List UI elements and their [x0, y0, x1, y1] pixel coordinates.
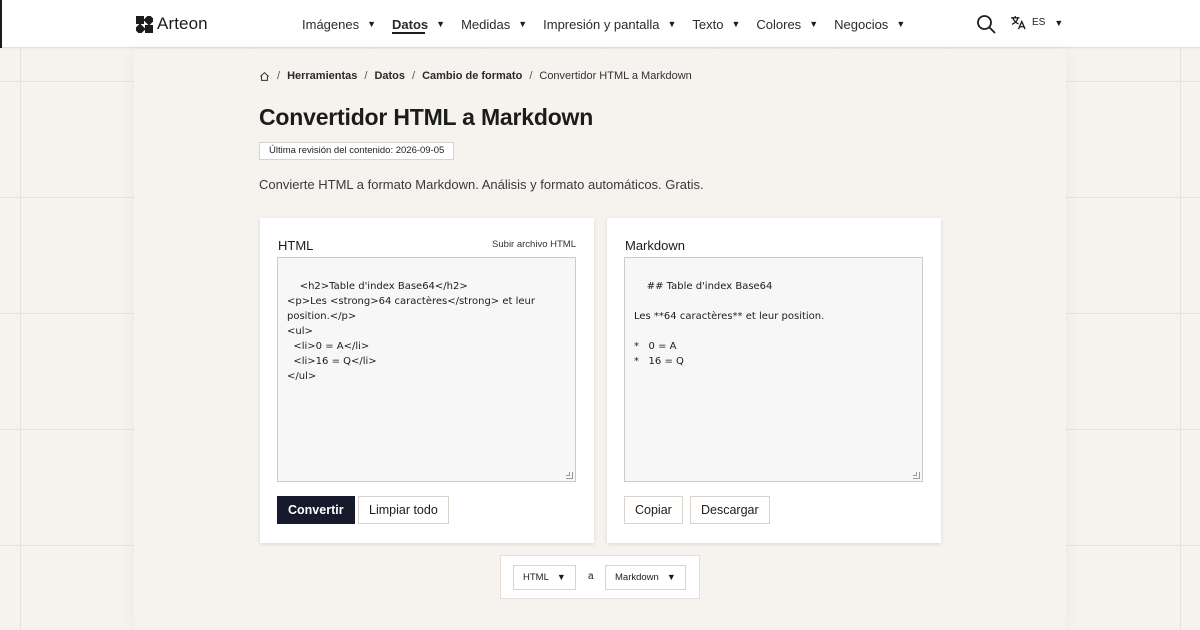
nav-item-label: Imágenes [302, 16, 360, 32]
resize-handle-icon[interactable] [913, 472, 920, 479]
top-navigation-bar: Arteon Imágenes ▼ Datos ▼ Medidas ▼ Impr… [0, 0, 1200, 48]
nav-item-texto[interactable]: Texto ▼ [692, 0, 740, 48]
nav-item-imagenes[interactable]: Imágenes ▼ [302, 0, 376, 48]
breadcrumb-current: Convertidor HTML a Markdown [539, 70, 692, 82]
caret-down-icon: ▼ [809, 19, 819, 29]
download-button[interactable]: Descargar [690, 496, 770, 524]
breadcrumb: / Herramientas / Datos / Cambio de forma… [259, 70, 692, 82]
markdown-output-card: Markdown ## Table d'index Base64 Les **6… [607, 218, 941, 543]
caret-down-icon: ▼ [731, 19, 741, 29]
nav-item-label: Texto [692, 16, 724, 32]
nav-item-label: Negocios [834, 16, 889, 32]
caret-down-icon: ▼ [518, 19, 528, 29]
markdown-output-content: ## Table d'index Base64 Les **64 caractè… [634, 281, 825, 367]
caret-down-icon: ▼ [666, 572, 676, 582]
html-input-content: <h2>Table d'index Base64</h2> <p>Les <st… [287, 281, 535, 382]
convert-button[interactable]: Convertir [277, 496, 355, 524]
nav-item-label: Impresión y pantalla [543, 16, 660, 32]
caret-down-icon: ▼ [556, 572, 566, 582]
nav-item-label: Medidas [461, 16, 511, 32]
upload-html-file-link[interactable]: Subir archivo HTML [492, 239, 576, 250]
nav-item-impresion[interactable]: Impresión y pantalla ▼ [543, 0, 676, 48]
clear-all-button[interactable]: Limpiar todo [358, 496, 449, 524]
markdown-output-textarea[interactable]: ## Table d'index Base64 Les **64 caractè… [624, 257, 923, 482]
target-format-select[interactable]: Markdown ▼ [605, 565, 686, 590]
html-input-card: HTML Subir archivo HTML <h2>Table d'inde… [260, 218, 594, 543]
edge-line [0, 0, 2, 48]
page-title: Convertidor HTML a Markdown [259, 104, 594, 130]
nav-item-colores[interactable]: Colores ▼ [756, 0, 818, 48]
breadcrumb-separator: / [412, 70, 416, 82]
breadcrumb-link-cambio-de-formato[interactable]: Cambio de formato [422, 70, 522, 82]
translate-icon [1011, 15, 1026, 30]
logo-icon [136, 15, 153, 33]
search-button[interactable] [976, 14, 996, 34]
logo[interactable]: Arteon [136, 14, 208, 34]
language-code: ES [1032, 17, 1046, 28]
home-icon[interactable] [259, 71, 270, 82]
caret-down-icon: ▼ [896, 19, 906, 29]
breadcrumb-link-herramientas[interactable]: Herramientas [287, 70, 357, 82]
nav-item-medidas[interactable]: Medidas ▼ [461, 0, 527, 48]
breadcrumb-separator: / [277, 70, 281, 82]
nav-item-datos[interactable]: Datos ▼ [392, 0, 445, 48]
source-format-select[interactable]: HTML ▼ [513, 565, 576, 590]
copy-button[interactable]: Copiar [624, 496, 683, 524]
main-nav: Imágenes ▼ Datos ▼ Medidas ▼ Impresión y… [302, 0, 921, 48]
html-input-label: HTML [278, 238, 314, 253]
breadcrumb-link-datos[interactable]: Datos [374, 70, 405, 82]
html-input-textarea[interactable]: <h2>Table d'index Base64</h2> <p>Les <st… [277, 257, 576, 482]
caret-down-icon: ▼ [1054, 17, 1064, 28]
nav-item-negocios[interactable]: Negocios ▼ [834, 0, 905, 48]
caret-down-icon: ▼ [667, 19, 677, 29]
markdown-output-label: Markdown [625, 238, 685, 253]
nav-item-label: Colores [756, 16, 802, 32]
breadcrumb-separator: / [364, 70, 368, 82]
breadcrumb-separator: / [529, 70, 533, 82]
caret-down-icon: ▼ [436, 19, 446, 29]
format-selector-bar: HTML ▼ a Markdown ▼ [500, 555, 700, 599]
source-format-value: HTML [523, 572, 549, 583]
caret-down-icon: ▼ [367, 19, 377, 29]
logo-text: Arteon [157, 14, 208, 33]
language-selector[interactable]: ES ▼ [1010, 15, 1063, 30]
format-connector: a [588, 571, 594, 582]
search-icon [977, 15, 996, 34]
resize-handle-icon[interactable] [566, 472, 573, 479]
revision-badge: Última revisión del contenido: 2026-09-0… [259, 142, 455, 160]
nav-item-label: Datos [392, 16, 429, 32]
target-format-value: Markdown [615, 572, 659, 583]
page-subtitle: Convierte HTML a formato Markdown. Análi… [259, 177, 704, 192]
